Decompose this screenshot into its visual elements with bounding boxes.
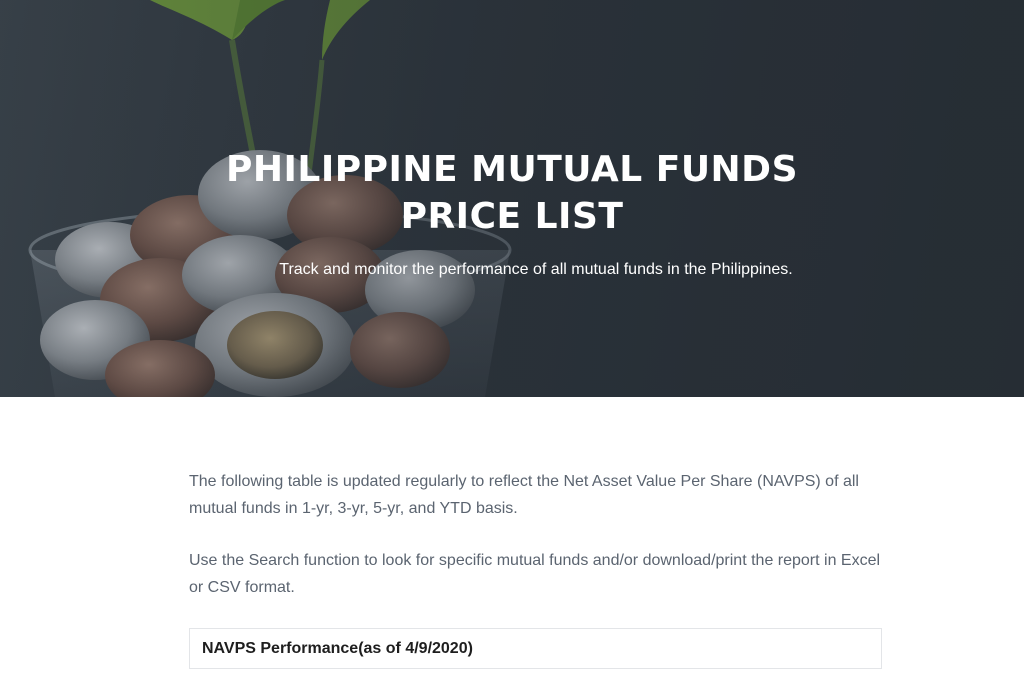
intro-paragraph-2: Use the Search function to look for spec… (189, 552, 881, 596)
hero-banner: PHILIPPINE MUTUAL FUNDS PRICE LIST Track… (0, 0, 1024, 397)
page-title-line1: PHILIPPINE MUTUAL FUNDS (226, 149, 798, 190)
intro-section: The following table is updated regularly… (189, 468, 889, 601)
page-subtitle: Track and monitor the performance of all… (279, 261, 793, 278)
page-title: PHILIPPINE MUTUAL FUNDS PRICE LIST (0, 146, 1024, 240)
intro-paragraph-1: The following table is updated regularly… (189, 473, 859, 517)
page-title-line2: PRICE LIST (400, 196, 624, 237)
navps-table-container: NAVPS Performance(as of 4/9/2020) (189, 628, 882, 669)
navps-table-title: NAVPS Performance(as of 4/9/2020) (202, 640, 473, 657)
